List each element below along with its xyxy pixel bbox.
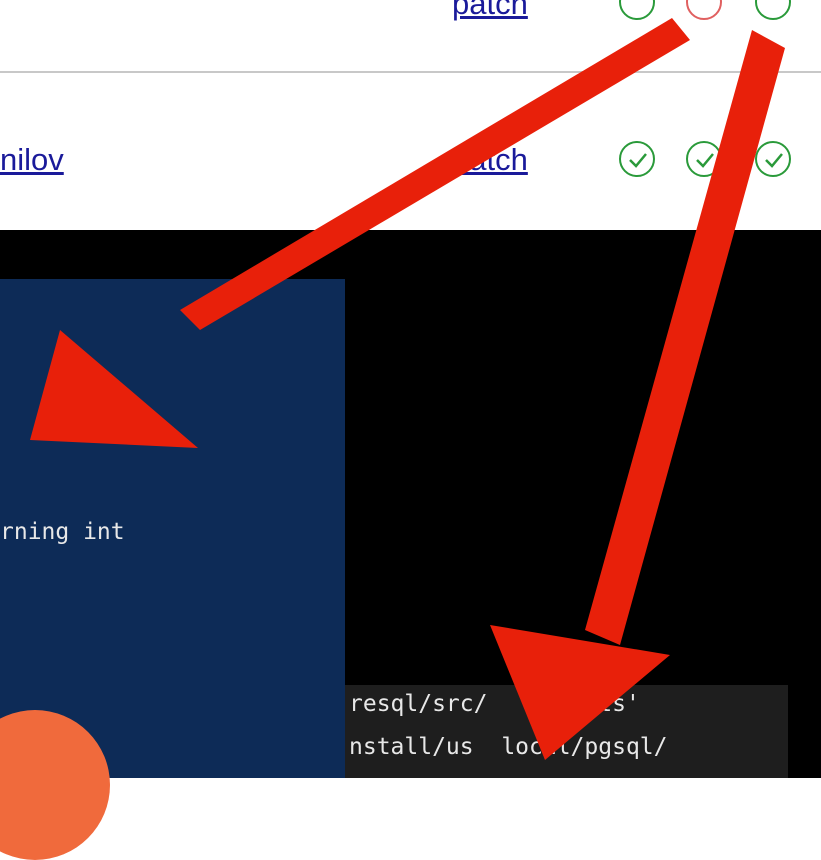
check-status-icon — [755, 0, 791, 20]
terminal-line: resql/src/ scripts' — [349, 691, 640, 717]
patch-link[interactable]: patch — [452, 0, 528, 22]
check-status-icon — [686, 141, 722, 177]
patch-list: patch nilov patch — [0, 0, 821, 230]
fail-status-icon — [686, 0, 722, 20]
code-panel: rning int — [0, 279, 345, 778]
check-status-icon — [755, 141, 791, 177]
row-divider — [0, 71, 821, 73]
check-status-icon — [619, 141, 655, 177]
check-status-icon — [619, 0, 655, 20]
terminal-output: resql/src/ scripts' nstall/us local/pgsq… — [345, 685, 788, 778]
code-line: rning int — [0, 519, 125, 545]
patch-link[interactable]: patch — [452, 142, 528, 178]
author-link[interactable]: nilov — [0, 142, 64, 178]
terminal-line: nstall/us local/pgsql/ — [349, 734, 668, 760]
